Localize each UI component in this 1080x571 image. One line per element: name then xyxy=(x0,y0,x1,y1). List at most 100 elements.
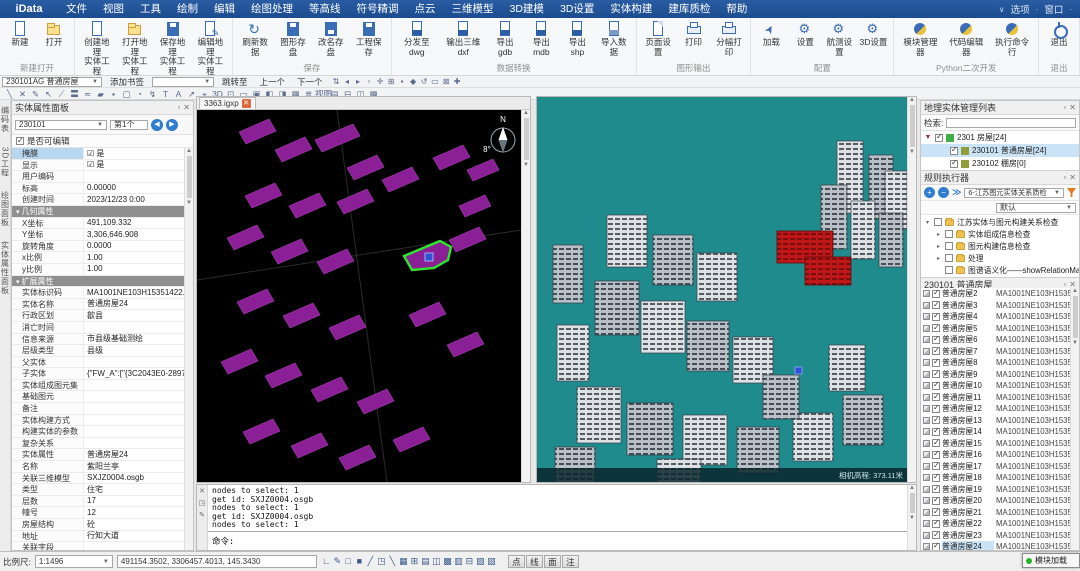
expander-icon[interactable]: ▸ xyxy=(935,255,942,262)
entity-checkbox[interactable] xyxy=(932,324,940,332)
scroll-up-icon[interactable]: ▲ xyxy=(909,485,915,491)
status-toggle-icon[interactable]: ▧ xyxy=(486,556,497,567)
toolbar-icon[interactable]: ▫ xyxy=(364,77,375,86)
entity-checkbox[interactable] xyxy=(932,451,940,459)
geometry-button[interactable]: 点 xyxy=(508,555,525,568)
tool-icon[interactable]: ↖ xyxy=(42,88,55,100)
toolbar-icon[interactable]: ↺ xyxy=(419,77,430,86)
building-3d[interactable] xyxy=(595,281,639,335)
rule-checkbox[interactable] xyxy=(945,254,953,262)
status-toggle-icon[interactable]: ∟ xyxy=(321,556,332,567)
building-footprint[interactable] xyxy=(289,193,326,218)
building-3d[interactable] xyxy=(553,245,583,303)
building-footprint[interactable] xyxy=(339,445,376,470)
scroll-thumb[interactable] xyxy=(187,156,192,198)
entity-list-row[interactable]: 普通房屋2 MA1001NE103H1535... xyxy=(921,288,1070,300)
property-value[interactable]: ☑ 是 xyxy=(84,159,184,171)
scroll-down-icon[interactable]: ▼ xyxy=(1072,340,1078,346)
property-row[interactable]: 幢号 12 xyxy=(12,507,184,519)
building-3d[interactable] xyxy=(829,345,865,391)
property-row[interactable]: 实体构建方式 xyxy=(12,415,184,427)
ribbon-button[interactable]: 刷新数据 xyxy=(236,19,274,57)
status-toggle-icon[interactable]: ▤ xyxy=(420,556,431,567)
building-3d[interactable] xyxy=(843,395,883,445)
dock-tab[interactable]: 实体属性面板 xyxy=(0,241,11,295)
toolbar-icon[interactable]: ⊠ xyxy=(441,77,452,86)
ribbon-button[interactable]: 打印 xyxy=(677,19,711,48)
building-footprint[interactable] xyxy=(239,119,276,144)
ribbon-button[interactable]: 页面设置 xyxy=(640,19,677,57)
building-footprint[interactable] xyxy=(265,363,302,388)
tool-icon[interactable]: ✎ xyxy=(29,88,42,100)
close-icon[interactable]: ✕ xyxy=(242,99,251,108)
ribbon-button[interactable]: 导出mdb xyxy=(523,19,560,57)
building-3d[interactable] xyxy=(737,427,779,473)
property-value[interactable]: 行知大道 xyxy=(84,530,184,542)
menu-item[interactable]: 帮助 xyxy=(718,0,755,18)
building-footprint[interactable] xyxy=(243,419,280,444)
compass[interactable]: N 8° xyxy=(483,115,515,154)
selection-marker[interactable] xyxy=(795,367,802,374)
ribbon-button[interactable]: 导出shp xyxy=(560,19,595,57)
property-row[interactable]: 标高 0.00000 xyxy=(12,183,184,195)
building-footprint[interactable] xyxy=(237,289,274,314)
options-menu[interactable]: 选项 xyxy=(1011,2,1030,16)
dock-tab[interactable]: 编码表 xyxy=(0,106,11,133)
entity-list-row[interactable]: 普通房屋14 MA1001NE103H1535... xyxy=(921,426,1070,438)
scene-3d-canvas[interactable]: 相机高程: 373.11米 xyxy=(537,97,909,482)
tool-icon[interactable]: ≂ xyxy=(81,88,94,100)
building-3d[interactable] xyxy=(763,375,799,419)
property-value[interactable]: SXJZ0004.osgb xyxy=(84,472,184,484)
status-toggle-icon[interactable]: ╲ xyxy=(387,556,398,567)
menu-item[interactable]: 实体构建 xyxy=(602,0,660,18)
property-row[interactable]: y比例 1.00 xyxy=(12,264,184,276)
tool-icon[interactable]: ▰ xyxy=(94,88,107,100)
building-footprint[interactable] xyxy=(467,159,499,181)
building-3d[interactable] xyxy=(683,415,727,465)
scroll-down-icon[interactable]: ▼ xyxy=(186,200,192,206)
pin-icon[interactable]: ▫ xyxy=(1063,173,1066,182)
entity-name[interactable]: 普通房屋22 xyxy=(942,518,994,529)
property-value[interactable]: 普通房屋24 xyxy=(84,298,184,310)
building-footprint[interactable] xyxy=(449,227,486,252)
menu-item[interactable]: 绘图处理 xyxy=(243,0,301,18)
entity-name[interactable]: 普通房屋13 xyxy=(942,415,994,426)
ribbon-button[interactable]: 编辑地理 实体工程 xyxy=(191,19,229,76)
ribbon-button[interactable]: 新建 xyxy=(3,19,37,48)
ribbon-button[interactable]: 导出gdb xyxy=(487,19,522,57)
entity-checkbox[interactable] xyxy=(932,313,940,321)
entity-checkbox[interactable] xyxy=(932,474,940,482)
add-bookmark-button[interactable]: 添加书签 xyxy=(106,76,148,88)
entity-name[interactable]: 普通房屋6 xyxy=(942,334,994,345)
toolbar-icon[interactable]: ◆ xyxy=(408,77,419,86)
entity-name[interactable]: 普通房屋19 xyxy=(942,484,994,495)
toolbar-icon[interactable]: ◂ xyxy=(342,77,353,86)
building-3d[interactable] xyxy=(607,215,647,267)
building-footprint[interactable] xyxy=(433,145,470,170)
status-toggle-icon[interactable]: ◫ xyxy=(431,556,442,567)
entity-list-row[interactable]: 普通房屋3 MA1001NE103H1535... xyxy=(921,300,1070,312)
scroll-thumb[interactable] xyxy=(1073,296,1078,338)
menu-item[interactable]: 等高线 xyxy=(301,0,349,18)
property-row[interactable]: 几何属性 xyxy=(12,206,184,218)
property-row[interactable]: 实体标识码 MA1001NE103H15351422... xyxy=(12,287,184,299)
rule-tree-row[interactable]: ▸ 图元构建信息检查 xyxy=(921,240,1079,252)
entity-name[interactable]: 普通房屋16 xyxy=(942,449,994,460)
goto-button[interactable]: 跳转至 xyxy=(218,76,252,88)
ribbon-button[interactable]: 3D设置 xyxy=(856,19,890,48)
property-row[interactable]: 地址 行知大道 xyxy=(12,531,184,543)
building-footprint[interactable] xyxy=(459,195,491,217)
entity-name[interactable]: 普通房屋10 xyxy=(942,380,994,391)
layer-checkbox[interactable] xyxy=(950,160,958,168)
layer-tree-row[interactable]: ▼ 2301 房屋[24] xyxy=(921,131,1079,144)
scroll-up-icon[interactable]: ▲ xyxy=(186,148,192,154)
building-footprint[interactable] xyxy=(409,302,446,327)
toolbar-icon[interactable]: ▭ xyxy=(430,77,441,86)
next-button[interactable]: 下一个 xyxy=(293,76,327,88)
entity-name[interactable]: 普通房屋9 xyxy=(942,369,994,380)
status-toggle-icon[interactable]: ▦ xyxy=(398,556,409,567)
property-value[interactable]: 1.00 xyxy=(84,252,184,264)
scrollbar[interactable]: ▲▼ xyxy=(907,97,916,482)
next-entity-button[interactable]: ▶ xyxy=(166,119,178,131)
entity-checkbox[interactable] xyxy=(932,428,940,436)
